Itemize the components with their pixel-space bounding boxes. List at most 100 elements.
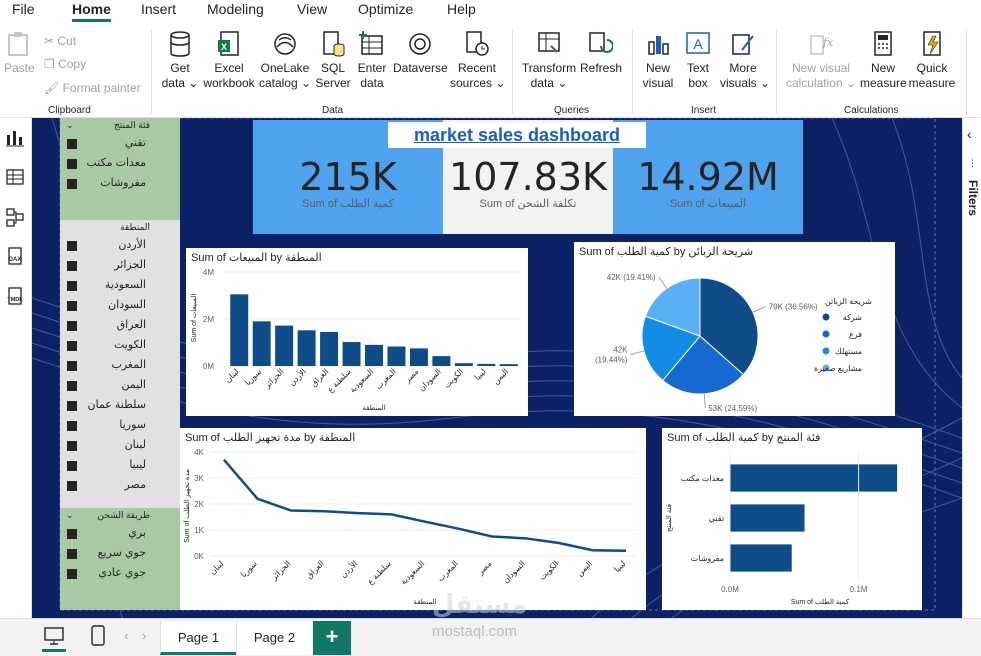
slicer-checkbox[interactable]: [67, 549, 77, 559]
slicer-checkbox[interactable]: [67, 139, 77, 149]
new-visual-button[interactable]: New visual: [640, 30, 676, 91]
slicer-checkbox[interactable]: [67, 261, 77, 271]
transform-data-button[interactable]: Transform data ⌄: [520, 30, 578, 91]
get-data-button[interactable]: Get data ⌄: [160, 30, 200, 91]
filters-pane[interactable]: ‹ ⋮ Filters: [962, 118, 981, 618]
y-tick-label: 0K: [194, 552, 204, 561]
menu-help[interactable]: Help: [447, 0, 476, 18]
slicer-checkbox[interactable]: [67, 179, 77, 189]
onelake-catalog-button[interactable]: OneLake catalog ⌄: [258, 30, 312, 91]
new-visual-calculation-button[interactable]: fx New visual calculation ⌄: [785, 30, 857, 91]
model-view-icon[interactable]: [4, 206, 26, 228]
slicer-item[interactable]: المغرب: [112, 358, 147, 374]
slicer-item[interactable]: سوريا: [119, 418, 146, 434]
slicer-checkbox[interactable]: [67, 461, 77, 471]
text-box-button[interactable]: A Text box: [680, 30, 716, 91]
sql-server-button[interactable]: SQL Server: [314, 30, 352, 91]
menu-insert[interactable]: Insert: [141, 0, 176, 18]
ribbon-divider: [776, 30, 777, 114]
slicer-item[interactable]: الأردن: [118, 238, 146, 254]
slicer-item-furniture[interactable]: مفروشات: [100, 176, 146, 192]
chevron-down-icon[interactable]: ⌄: [66, 510, 74, 521]
chart-quantity-by-segment[interactable]: Sum of كمية الطلب by شريحة الزبائن 79K (…: [574, 242, 895, 416]
tab-page-2[interactable]: Page 2: [236, 621, 312, 655]
slicer-checkbox[interactable]: [67, 361, 77, 371]
slicer-shipping-method[interactable]: طريقة الشحن ⌄ بري جوي سريع جوي عادي: [60, 508, 180, 610]
slicer-item-land[interactable]: بري: [128, 526, 146, 542]
slicer-checkbox[interactable]: [67, 241, 77, 251]
report-canvas[interactable]: فئة المنتج ⌄ تقني معدات مكتب مفروشات الم…: [32, 118, 962, 618]
x-tick-label: 0.0M: [721, 585, 739, 594]
slicer-item[interactable]: الكويت: [114, 338, 146, 354]
chart-svg: 0M2M4Mلبنان سوريا الجزائر الأردن العراقسلطنة…: [190, 268, 520, 412]
paste-button[interactable]: Paste: [4, 30, 35, 76]
slicer-checkbox[interactable]: [67, 421, 77, 431]
tab-page-1[interactable]: Page 1: [160, 621, 236, 655]
slicer-item[interactable]: اليمن: [122, 378, 146, 394]
menu-optimize[interactable]: Optimize: [358, 0, 413, 18]
slicer-item-office[interactable]: معدات مكتب: [86, 156, 146, 172]
slicer-item[interactable]: السودان: [108, 298, 146, 314]
more-visuals-button[interactable]: More visuals ⌄: [720, 30, 770, 91]
slicer-checkbox[interactable]: [67, 529, 77, 539]
slicer-checkbox[interactable]: [67, 481, 77, 491]
slicer-item-air-normal[interactable]: جوي عادي: [98, 566, 146, 582]
slicer-item[interactable]: الجزائر: [114, 258, 146, 274]
chart-quantity-by-category[interactable]: Sum of كمية الطلب by فئة المنتج معدات مك…: [662, 428, 922, 610]
slicer-item[interactable]: العراق: [117, 318, 146, 334]
chevron-down-icon[interactable]: ⌄: [66, 120, 74, 131]
chevron-left-icon[interactable]: ‹: [967, 126, 972, 142]
add-page-button[interactable]: +: [313, 621, 351, 655]
mobile-layout-icon[interactable]: [91, 625, 105, 647]
cut-button[interactable]: ✂ Cut: [44, 34, 76, 48]
enter-data-button[interactable]: Enter data: [354, 30, 390, 91]
tmdl-view-icon[interactable]: TMDL: [4, 286, 26, 308]
pie-data-label: 53K (24.59%): [708, 404, 757, 413]
slicer-checkbox[interactable]: [67, 569, 77, 579]
slicer-product-category[interactable]: فئة المنتج ⌄ تقني معدات مكتب مفروشات: [60, 118, 180, 220]
slicer-item[interactable]: سلطنة عمان: [87, 398, 146, 414]
slicer-item[interactable]: السعودية: [105, 278, 146, 294]
dataverse-button[interactable]: Dataverse: [393, 30, 448, 76]
chart-prep-time-by-region[interactable]: Sum of مدة تجهيز الطلب by المنطقة 0K 1K 2K…: [180, 428, 646, 610]
slicer-checkbox[interactable]: [67, 281, 77, 291]
table-view-icon[interactable]: [4, 166, 26, 188]
slicer-item-air-fast[interactable]: جوي سريع: [98, 546, 146, 562]
slicer-checkbox[interactable]: [67, 401, 77, 411]
bar: [477, 363, 496, 366]
x-tick-label: سوريا: [239, 559, 259, 579]
chart-sales-by-region[interactable]: Sum of المبيعات by المنطقة 0M 2M 4M لبنان سو…: [186, 248, 528, 416]
refresh-button[interactable]: Refresh: [580, 30, 622, 76]
excel-workbook-button[interactable]: X Excel workbook: [202, 30, 256, 91]
slicer-item[interactable]: مصر: [124, 478, 146, 494]
slicer-checkbox[interactable]: [67, 381, 77, 391]
slicer-region[interactable]: المنطقة الأردن الجزائر السعودية السودان العر…: [60, 220, 180, 508]
menu-home[interactable]: Home: [72, 0, 111, 22]
dax-query-view-icon[interactable]: DAX: [4, 246, 26, 268]
format-painter-button[interactable]: 🖌 Format painter: [44, 81, 141, 95]
x-tick-label: السعودية: [348, 367, 375, 394]
bar: [230, 294, 249, 366]
quick-measure-button[interactable]: Quick measure: [908, 30, 956, 91]
previous-page-icon[interactable]: ‹: [124, 628, 128, 643]
report-view-icon[interactable]: [4, 126, 26, 148]
next-page-icon[interactable]: ›: [142, 628, 146, 643]
dashboard-title[interactable]: market sales dashboard: [388, 122, 646, 148]
desktop-layout-icon[interactable]: [44, 627, 64, 645]
slicer-item-tech[interactable]: تقني: [125, 136, 146, 152]
new-measure-button[interactable]: New measure: [860, 30, 907, 91]
copy-button[interactable]: ❐ Copy: [44, 57, 86, 71]
slicer-checkbox[interactable]: [67, 441, 77, 451]
more-visuals-label-2: visuals ⌄: [720, 76, 771, 90]
slicer-checkbox[interactable]: [67, 301, 77, 311]
menu-file[interactable]: File: [12, 0, 35, 18]
slicer-checkbox[interactable]: [67, 341, 77, 351]
slicer-item[interactable]: لبنان: [125, 438, 146, 454]
slicer-checkbox[interactable]: [67, 159, 77, 169]
slicer-item[interactable]: ليبيا: [129, 458, 146, 474]
pie-data-label: (19.44%): [595, 356, 628, 365]
menu-modeling[interactable]: Modeling: [207, 0, 264, 18]
recent-sources-button[interactable]: Recent sources ⌄: [450, 30, 505, 91]
menu-view[interactable]: View: [297, 0, 327, 18]
slicer-checkbox[interactable]: [67, 321, 77, 331]
